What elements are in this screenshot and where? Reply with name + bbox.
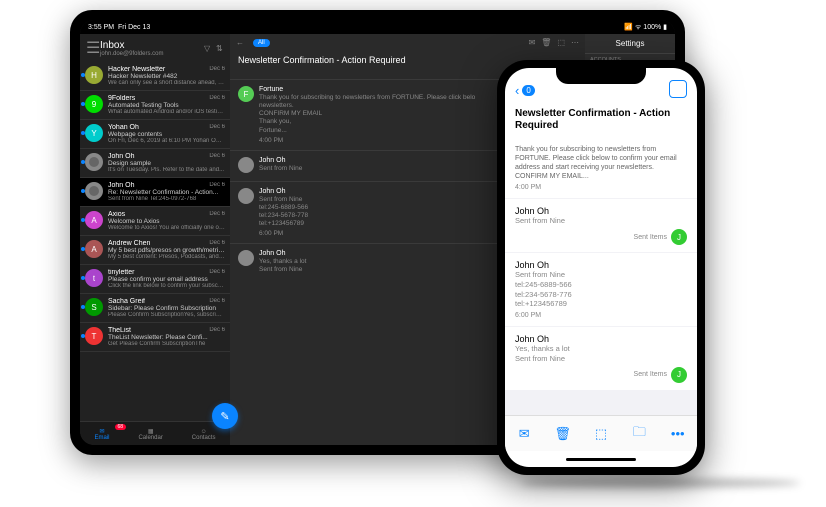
mail-icon[interactable]: ✉ [529,38,536,47]
home-indicator[interactable] [505,451,697,467]
email-item[interactable]: t tinyletterDec 6 Please confirm your em… [80,265,230,294]
bottom-tabs: ✉68Email ▦Calendar ☺Contacts [80,421,230,445]
back-button[interactable]: ‹0 [515,83,535,98]
chat-icon[interactable] [669,80,687,98]
archive-icon[interactable]: ⬚ [557,38,565,47]
notch [556,68,646,84]
sidebar-header: ☰ Inbox john.doe@9folders.com ▽ ⇅ [80,34,230,62]
menu-icon[interactable]: ☰ [86,38,96,58]
email-item[interactable]: John OhDec 6 Re: Newsletter Confirmation… [80,178,230,207]
folder-icon[interactable]: 🗀 [631,426,647,442]
status-date: Fri Dec 13 [118,24,150,31]
sort-icon[interactable]: ⇅ [216,44,224,53]
phone-message-list[interactable]: Thank you for subscribing to newsletters… [505,138,697,415]
phone-message-card[interactable]: John Oh Sent from Ninetel:245-6889-566te… [505,253,697,326]
all-chip[interactable]: All [253,39,270,47]
trash-icon[interactable]: 🗑 [555,426,571,442]
more-icon[interactable]: ••• [670,426,686,442]
tab-calendar[interactable]: ▦Calendar [138,428,162,441]
email-list[interactable]: H Hacker NewsletterDec 6 Hacker Newslett… [80,62,230,421]
account-email: john.doe@9folders.com [100,51,204,57]
status-right: 📶 ᯤ 100% ▮ [624,23,667,32]
tab-email[interactable]: ✉68Email [94,428,109,441]
thread-toolbar: ← All ✉ 🗑 ⬚ ⋯ [230,34,585,51]
iphone-screen: ‹0 Newsletter Confirmation - Action Requ… [505,68,697,467]
status-bar: 3:55 PM Fri Dec 13 📶 ᯤ 100% ▮ [80,20,675,34]
email-item[interactable]: A Andrew ChenDec 6 My 5 best pdfs/presos… [80,236,230,265]
email-item[interactable]: John OhDec 6 Design sampleIt's on Tuesda… [80,149,230,178]
archive-icon[interactable]: ⬚ [593,426,609,442]
email-item[interactable]: Y Yohan OhDec 6 Webpage contentsOn Fri, … [80,120,230,149]
settings-title: Settings [585,34,675,54]
phone-toolbar: ✉ 🗑 ⬚ 🗀 ••• [505,415,697,451]
compose-fab[interactable]: ✎ [212,403,238,429]
tab-contacts[interactable]: ☺Contacts [192,429,216,441]
email-item[interactable]: A AxiosDec 6 Welcome to AxiosWelcome to … [80,207,230,236]
email-item[interactable]: H Hacker NewsletterDec 6 Hacker Newslett… [80,62,230,91]
email-item[interactable]: 9 9FoldersDec 6 Automated Testing ToolsW… [80,91,230,120]
filter-icon[interactable]: ▽ [204,44,212,53]
phone-thread-title: Newsletter Confirmation - Action Require… [505,102,697,138]
trash-icon[interactable]: 🗑 [541,38,551,47]
sidebar: ☰ Inbox john.doe@9folders.com ▽ ⇅ H Hack… [80,34,230,445]
email-item[interactable]: T TheListDec 6 TheList Newsletter: Pleas… [80,323,230,352]
iphone-device: ‹0 Newsletter Confirmation - Action Requ… [497,60,705,475]
phone-message-card[interactable]: Thank you for subscribing to newsletters… [505,138,697,198]
envelope-icon[interactable]: ✉ [516,426,532,442]
back-icon[interactable]: ← [236,38,244,47]
phone-message-card[interactable]: John Oh Yes, thanks a lotSent from Nine … [505,327,697,390]
more-icon[interactable]: ⋯ [571,38,579,47]
email-item[interactable]: S Sacha GreifDec 6 Sidebar: Please Confi… [80,294,230,323]
status-time: 3:55 PM [88,24,114,31]
phone-message-card[interactable]: John Oh Sent from Nine Sent ItemsJ [505,199,697,252]
inbox-title: Inbox [100,40,204,51]
